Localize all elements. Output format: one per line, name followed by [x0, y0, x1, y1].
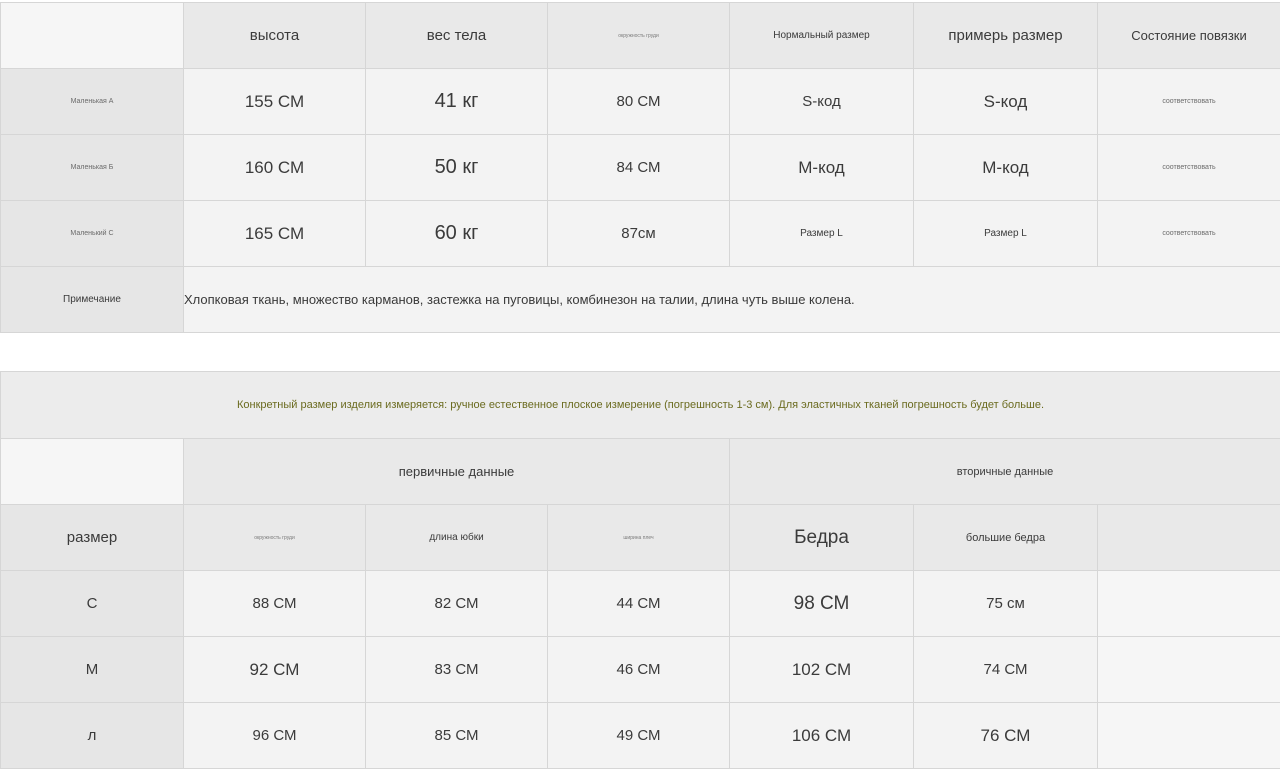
note-row: Примечание Хлопковая ткань, множество ка… [1, 267, 1280, 333]
shoulder-cell: 49 СМ [548, 703, 730, 769]
skirt-cell: 83 СМ [366, 637, 548, 703]
table-row: М 92 СМ 83 СМ 46 СМ 102 СМ 74 СМ [1, 637, 1280, 703]
hips-cell: 102 СМ [730, 637, 914, 703]
header-shoulder-width: ширина плеч [548, 505, 730, 571]
header-chest: окружность груди [548, 3, 730, 69]
chest-cell: 96 СМ [184, 703, 366, 769]
size-cell: л [1, 703, 184, 769]
table-row: Маленькая A 155 СМ 41 кг 80 СМ S-код S-к… [1, 69, 1280, 135]
normal-size-cell: Размер L [730, 201, 914, 267]
header-hips: Бедра [730, 505, 914, 571]
table-header-row: высота вес тела окружность груди Нормаль… [1, 3, 1280, 69]
chest-cell: 87см [548, 201, 730, 267]
thigh-cell: 76 СМ [914, 703, 1098, 769]
height-cell: 165 СМ [184, 201, 366, 267]
group-header-row: первичные данные вторичные данные [1, 439, 1280, 505]
chest-cell: 88 СМ [184, 571, 366, 637]
status-cell: соответствовать [1098, 135, 1280, 201]
measurement-notice: Конкретный размер изделия измеряется: ру… [1, 372, 1280, 439]
corner-cell [1, 439, 184, 505]
size-cell: М [1, 637, 184, 703]
header-empty [1098, 505, 1280, 571]
primary-data-header: первичные данные [184, 439, 730, 505]
header-weight: вес тела [366, 3, 548, 69]
shoulder-cell: 44 СМ [548, 571, 730, 637]
skirt-cell: 82 СМ [366, 571, 548, 637]
shoulder-cell: 46 СМ [548, 637, 730, 703]
header-skirt-length: длина юбки [366, 505, 548, 571]
garment-size-table: Конкретный размер изделия измеряется: ру… [0, 371, 1280, 769]
table-row: С 88 СМ 82 СМ 44 СМ 98 СМ 75 см [1, 571, 1280, 637]
header-status: Состояние повязки [1098, 3, 1280, 69]
header-height: высота [184, 3, 366, 69]
chest-cell: 80 СМ [548, 69, 730, 135]
fit-size-cell: М-код [914, 135, 1098, 201]
fit-size-cell: S-код [914, 69, 1098, 135]
normal-size-cell: М-код [730, 135, 914, 201]
note-label: Примечание [1, 267, 184, 333]
row-label: Маленький С [1, 201, 184, 267]
subheader-row: размер окружность груди длина юбки ширин… [1, 505, 1280, 571]
row-label: Маленькая Б [1, 135, 184, 201]
chest-cell: 84 СМ [548, 135, 730, 201]
header-thigh: большие бедра [914, 505, 1098, 571]
header-fit-size: примерь размер [914, 3, 1098, 69]
height-cell: 160 СМ [184, 135, 366, 201]
table-row: Маленькая Б 160 СМ 50 кг 84 СМ М-код М-к… [1, 135, 1280, 201]
weight-cell: 41 кг [366, 69, 548, 135]
model-fit-table: высота вес тела окружность груди Нормаль… [0, 2, 1280, 333]
thigh-cell: 74 СМ [914, 637, 1098, 703]
empty-cell [1098, 637, 1280, 703]
skirt-cell: 85 СМ [366, 703, 548, 769]
height-cell: 155 СМ [184, 69, 366, 135]
weight-cell: 50 кг [366, 135, 548, 201]
row-label: Маленькая A [1, 69, 184, 135]
table-row: Маленький С 165 СМ 60 кг 87см Размер L Р… [1, 201, 1280, 267]
secondary-data-header: вторичные данные [730, 439, 1280, 505]
size-cell: С [1, 571, 184, 637]
header-normal-size: Нормальный размер [730, 3, 914, 69]
status-cell: соответствовать [1098, 201, 1280, 267]
normal-size-cell: S-код [730, 69, 914, 135]
notice-row: Конкретный размер изделия измеряется: ру… [1, 372, 1280, 439]
size-header: размер [1, 505, 184, 571]
thigh-cell: 75 см [914, 571, 1098, 637]
hips-cell: 98 СМ [730, 571, 914, 637]
weight-cell: 60 кг [366, 201, 548, 267]
empty-cell [1098, 571, 1280, 637]
fit-size-cell: Размер L [914, 201, 1098, 267]
hips-cell: 106 СМ [730, 703, 914, 769]
header-chest: окружность груди [184, 505, 366, 571]
corner-cell [1, 3, 184, 69]
note-text: Хлопковая ткань, множество карманов, зас… [184, 267, 1280, 333]
table-row: л 96 СМ 85 СМ 49 СМ 106 СМ 76 СМ [1, 703, 1280, 769]
empty-cell [1098, 703, 1280, 769]
status-cell: соответствовать [1098, 69, 1280, 135]
chest-cell: 92 СМ [184, 637, 366, 703]
